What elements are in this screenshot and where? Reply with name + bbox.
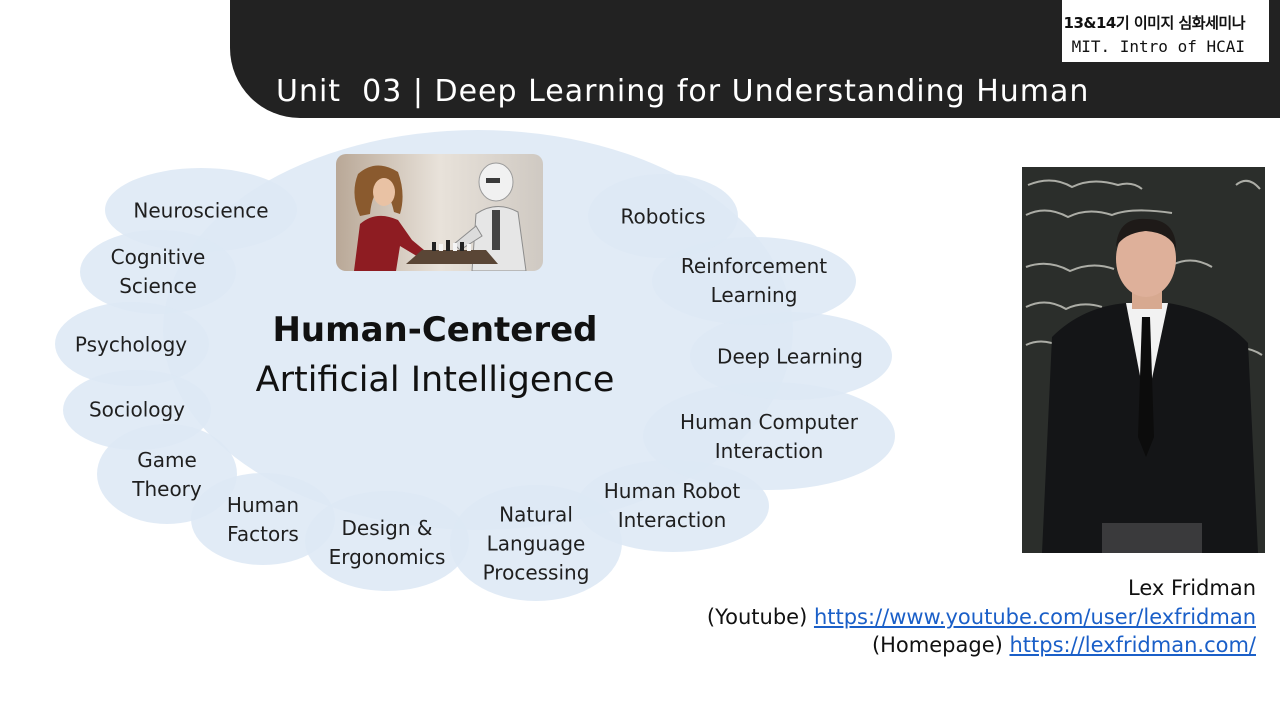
youtube-label: (Youtube): [706, 605, 814, 629]
bubble-psychology: Psychology: [74, 332, 188, 357]
course-name-label: MIT. Intro of HCAI: [1071, 37, 1245, 56]
youtube-credit: (Youtube) https://www.youtube.com/user/l…: [707, 605, 1256, 629]
bubble-sociology: Sociology: [88, 397, 186, 422]
unit-title: Unit 03 | Deep Learning for Understandin…: [276, 74, 1090, 109]
hcai-title: Human-Centered: [272, 310, 598, 350]
homepage-link[interactable]: https://lexfridman.com/: [1009, 633, 1256, 657]
bubble-deep-learning: Deep Learning: [717, 344, 863, 369]
youtube-link[interactable]: https://www.youtube.com/user/lexfridman: [814, 605, 1256, 629]
bubble-robotics: Robotics: [620, 204, 706, 229]
homepage-credit: (Homepage) https://lexfridman.com/: [872, 633, 1256, 657]
hcai-subtitle: Artificial Intelligence: [255, 360, 615, 400]
homepage-label: (Homepage): [871, 633, 1010, 657]
bubble-reinforcement-learning: Reinforcement Learning: [680, 254, 828, 307]
bubble-human-computer-interaction: Human Computer Interaction: [680, 410, 858, 463]
course-info-box: 13&14기 이미지 심화세미나 MIT. Intro of HCAI: [1059, 0, 1269, 62]
chess-robot-photo: [336, 154, 543, 271]
bubble-cognitive-science: Cognitive Science: [110, 245, 206, 298]
bubble-game-theory: Game Theory: [132, 448, 202, 501]
course-divider: [1059, 0, 1062, 62]
bubble-human-factors: Human Factors: [226, 493, 300, 546]
bubble-design-ergonomics: Design & Ergonomics: [328, 516, 446, 569]
bubble-neuroscience: Neuroscience: [133, 198, 269, 223]
course-seminar-label: 13&14기 이미지 심화세미나: [1063, 14, 1246, 32]
bubble-nlp: Natural Language Processing: [482, 502, 590, 585]
presenter-name: Lex Fridman: [1128, 576, 1256, 600]
bubble-human-robot-interaction: Human Robot Interaction: [603, 479, 741, 532]
presenter-photo: [1022, 167, 1265, 553]
